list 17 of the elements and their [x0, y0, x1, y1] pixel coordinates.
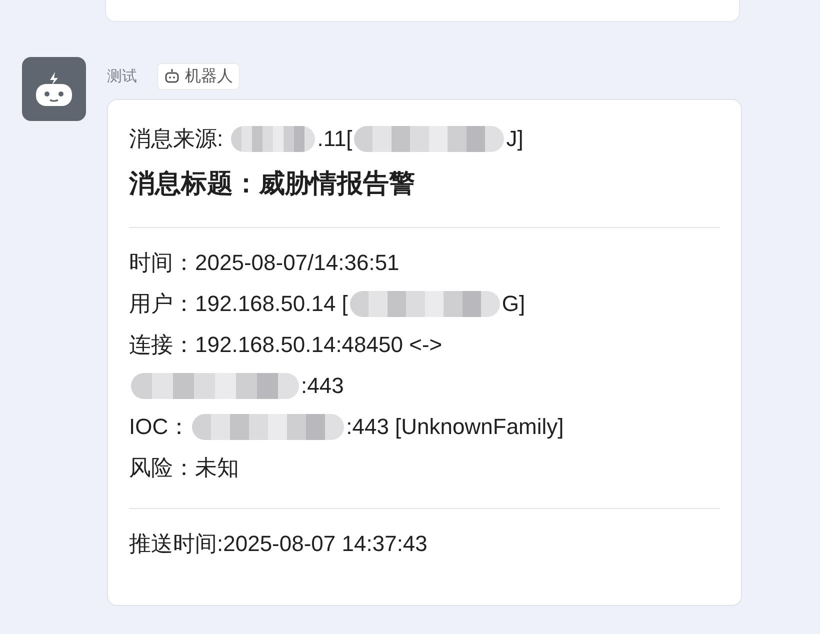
robot-icon: [164, 68, 180, 84]
message-text: IOC：: [129, 412, 190, 440]
message-text: 时间：2025-08-07/14:36:51: [129, 248, 400, 276]
robot-tag: 机器人: [157, 62, 240, 90]
robot-avatar-icon[interactable]: [22, 57, 86, 121]
message-text: 消息来源:: [129, 124, 224, 152]
message-text: J]: [506, 126, 524, 152]
message-text: 风险：未知: [129, 454, 239, 482]
message-text: 用户：192.168.50.14 [: [129, 290, 348, 318]
push-time: 推送时间:2025-08-07 14:37:43: [129, 530, 428, 558]
message-text: 连接：192.168.50.14:48450 <->: [129, 330, 442, 358]
message-text: :443: [301, 372, 344, 398]
message-title: 消息标题：威胁情报告警: [129, 166, 416, 200]
sender-name[interactable]: 测试: [107, 66, 137, 86]
message-text: :443 [UnknownFamily]: [346, 414, 564, 440]
message-text: G]: [502, 290, 526, 316]
message-text: .11[: [317, 126, 352, 152]
